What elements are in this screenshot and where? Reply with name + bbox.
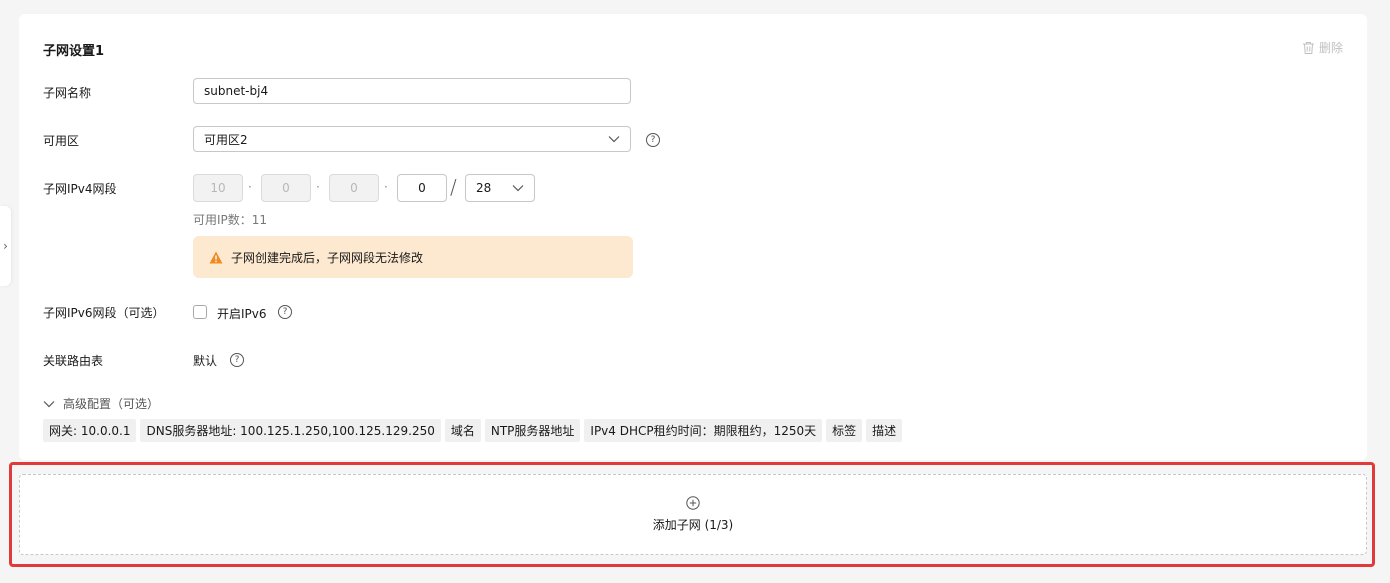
tag-dhcp-lease: IPv4 DHCP租约时间：期限租约，1250天: [584, 419, 823, 442]
ipv4-octet-1: 10: [193, 174, 243, 202]
route-table-label: 关联路由表: [43, 354, 104, 368]
section-title: 子网设置1: [43, 44, 105, 59]
subnet-name-label: 子网名称: [43, 86, 92, 100]
enable-ipv6-label[interactable]: 开启IPv6: [217, 305, 267, 322]
ipv4-octet-3: 0: [329, 174, 379, 202]
tag-ntp: NTP服务器地址: [484, 419, 581, 442]
octet-separator: ·: [316, 180, 320, 194]
ipv4-octet-2: 0: [261, 174, 311, 202]
chevron-down-icon: [608, 132, 620, 146]
tag-domain: 域名: [444, 419, 481, 442]
help-icon[interactable]: ?: [230, 353, 244, 367]
ipv6-label: 子网IPv6网段（可选）: [43, 306, 165, 320]
tag-labels: 标签: [826, 419, 863, 442]
route-table-value: 默认: [193, 354, 218, 368]
enable-ipv6-checkbox[interactable]: [193, 305, 207, 319]
delete-button[interactable]: 删除: [1302, 39, 1343, 56]
subnet-name-input[interactable]: subnet-bj4: [193, 78, 631, 104]
mask-separator: /: [450, 175, 457, 199]
ipv4-label: 子网IPv4网段: [43, 182, 117, 196]
tag-dns: DNS服务器地址: 100.125.1.250,100.125.129.250: [140, 419, 441, 442]
subnet-name-value: subnet-bj4: [204, 84, 269, 98]
tag-gateway: 网关: 10.0.0.1: [43, 419, 137, 442]
advanced-config-label: 高级配置（可选）: [63, 397, 160, 411]
octet-separator: ·: [248, 180, 252, 194]
az-select[interactable]: 可用区2: [193, 126, 631, 152]
subnet-settings-card: 子网设置1 删除 子网名称 subnet-bj4 可用区 可用区2 ? 子网IP…: [19, 14, 1367, 460]
trash-icon: [1302, 41, 1314, 54]
az-label: 可用区: [43, 134, 80, 148]
advanced-config-toggle[interactable]: 高级配置（可选）: [43, 395, 159, 412]
warning-text: 子网创建完成后，子网网段无法修改: [231, 250, 424, 265]
help-icon[interactable]: ?: [278, 305, 292, 319]
help-icon[interactable]: ?: [646, 133, 660, 147]
mask-value: 28: [476, 181, 492, 195]
warning-icon: [209, 251, 223, 263]
az-selected-value: 可用区2: [204, 132, 248, 147]
octet-separator: ·: [384, 180, 388, 194]
chevron-down-icon: [43, 400, 55, 407]
add-subnet-label: 添加子网 (1/3): [652, 518, 734, 532]
sidebar-collapse-toggle[interactable]: ›: [0, 206, 11, 286]
warning-banner: 子网创建完成后，子网网段无法修改: [193, 236, 633, 278]
plus-circle-icon: [686, 496, 700, 510]
chevron-right-icon: ›: [3, 239, 8, 253]
tag-description: 描述: [866, 419, 903, 442]
advanced-config-tags: 网关: 10.0.0.1 DNS服务器地址: 100.125.1.250,100…: [43, 419, 903, 442]
available-ip-count: 可用IP数：11: [193, 213, 268, 227]
ipv4-mask-select[interactable]: 28: [465, 174, 535, 202]
ipv4-octet-4-input[interactable]: 0: [397, 174, 447, 202]
chevron-down-icon: [512, 181, 524, 195]
add-subnet-button[interactable]: 添加子网 (1/3): [19, 474, 1367, 555]
delete-label: 删除: [1318, 41, 1343, 55]
